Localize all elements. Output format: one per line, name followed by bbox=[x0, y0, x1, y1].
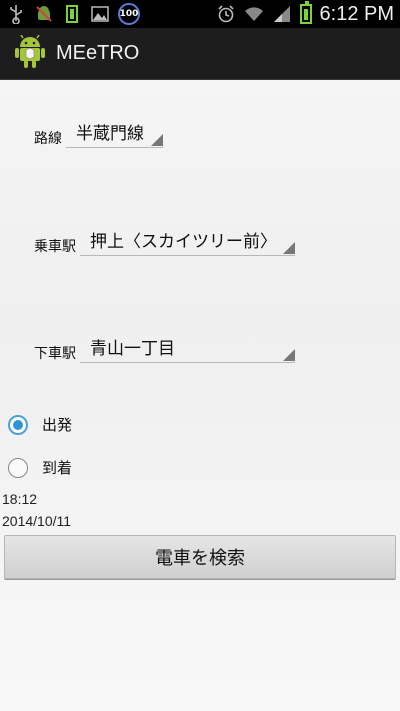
action-bar: MEeTRO bbox=[0, 28, 400, 80]
from-label: 乗車駅 bbox=[34, 239, 76, 255]
dropdown-triangle-icon bbox=[283, 242, 295, 254]
radio-arrival[interactable]: 到着 bbox=[8, 457, 72, 478]
status-bar: 100 6:12 PM bbox=[0, 0, 400, 28]
from-station-spinner[interactable]: 押上〈スカイツリー前〉 bbox=[80, 232, 295, 256]
status-icons-left: 100 bbox=[6, 3, 140, 25]
wifi-icon bbox=[244, 4, 264, 24]
line-value: 半蔵門線 bbox=[76, 124, 144, 144]
date-text[interactable]: 2014/10/11 bbox=[2, 513, 71, 529]
app-title: MEeTRO bbox=[56, 42, 140, 64]
battery-100-icon bbox=[62, 4, 82, 24]
radio-arrival-label: 到着 bbox=[42, 459, 73, 477]
status-time: 6:12 PM bbox=[319, 2, 394, 25]
radio-unchecked-icon[interactable] bbox=[8, 457, 28, 478]
time-text[interactable]: 18:12 bbox=[2, 491, 37, 507]
radio-departure[interactable]: 出発 bbox=[8, 414, 72, 435]
android-debug-icon bbox=[34, 4, 54, 24]
signal-icon bbox=[272, 4, 292, 24]
dropdown-triangle-icon bbox=[151, 134, 163, 146]
line-label: 路線 bbox=[34, 131, 62, 147]
radio-checked-icon[interactable] bbox=[8, 414, 28, 435]
status-icons-right: 6:12 PM bbox=[216, 1, 394, 26]
search-trains-button[interactable]: 電車を検索 bbox=[4, 535, 396, 579]
battery-icon bbox=[299, 1, 312, 24]
badge-100-icon: 100 bbox=[118, 3, 140, 25]
alarm-icon bbox=[216, 4, 236, 24]
radio-departure-label: 出発 bbox=[42, 416, 73, 434]
usb-icon bbox=[6, 4, 26, 24]
to-station-value: 青山一丁目 bbox=[90, 339, 175, 359]
android-app-icon bbox=[14, 34, 46, 73]
from-station-value: 押上〈スカイツリー前〉 bbox=[90, 232, 277, 252]
to-label: 下車駅 bbox=[34, 346, 76, 362]
line-spinner[interactable]: 半蔵門線 bbox=[66, 124, 163, 148]
dropdown-triangle-icon bbox=[283, 349, 295, 361]
to-station-spinner[interactable]: 青山一丁目 bbox=[80, 339, 295, 363]
image-icon bbox=[90, 4, 110, 24]
